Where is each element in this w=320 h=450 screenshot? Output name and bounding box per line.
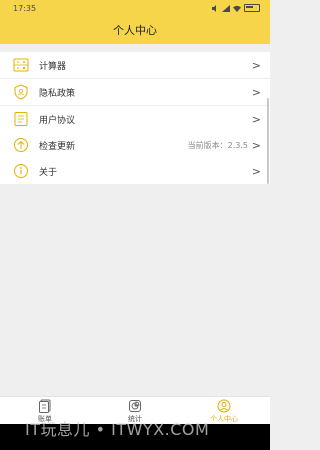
bill-icon bbox=[39, 399, 51, 413]
wifi-icon bbox=[233, 5, 241, 12]
chevron-right-icon: > bbox=[251, 164, 261, 178]
info-icon bbox=[14, 164, 28, 178]
menu-item-user-agreement[interactable]: 用户协议 > bbox=[0, 106, 270, 133]
menu-item-label: 关于 bbox=[39, 167, 58, 178]
app-header: 个人中心 bbox=[0, 18, 270, 44]
chevron-right-icon: > bbox=[251, 85, 261, 99]
menu-item-privacy[interactable]: 隐私政策 > bbox=[0, 79, 270, 106]
shield-icon bbox=[14, 84, 28, 100]
battery-icon bbox=[244, 4, 260, 12]
document-icon bbox=[14, 112, 28, 126]
user-icon bbox=[217, 399, 231, 413]
chevron-right-icon: > bbox=[251, 58, 261, 72]
scrollbar[interactable] bbox=[267, 98, 269, 184]
chevron-right-icon: > bbox=[251, 138, 261, 152]
menu-item-label: 计算器 bbox=[39, 61, 67, 72]
chevron-right-icon: > bbox=[251, 112, 261, 126]
mute-icon bbox=[212, 4, 216, 12]
menu-item-label: 检查更新 bbox=[39, 141, 76, 152]
page-title: 个人中心 bbox=[113, 24, 157, 37]
calculator-icon bbox=[13, 58, 29, 72]
menu-item-check-update[interactable]: 检查更新 当前版本：2.3.5 > bbox=[0, 132, 270, 159]
version-text: 当前版本：2.3.5 bbox=[187, 140, 248, 150]
menu-item-label: 隐私政策 bbox=[39, 88, 76, 99]
status-time: 17:35 bbox=[13, 4, 37, 13]
upload-icon bbox=[14, 138, 28, 152]
status-icons bbox=[211, 4, 260, 12]
watermark: IT玩息儿 • ITWYX.COM bbox=[25, 420, 210, 439]
stats-icon bbox=[129, 400, 141, 412]
menu-item-label: 用户协议 bbox=[39, 115, 76, 126]
signal-icon bbox=[222, 4, 230, 12]
status-bar: 17:35 bbox=[0, 0, 270, 18]
menu-item-calculator[interactable]: 计算器 > bbox=[0, 52, 270, 79]
menu-item-about[interactable]: 关于 > bbox=[0, 158, 270, 185]
